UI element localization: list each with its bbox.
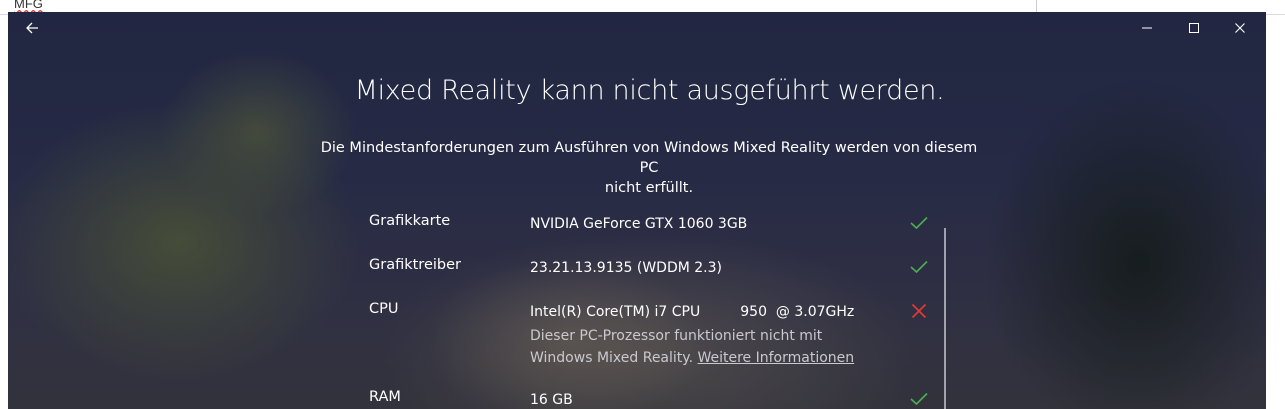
check-icon: [908, 212, 930, 234]
requirement-value-graphics-driver: 23.21.13.9135 (WDDM 2.3): [530, 260, 722, 276]
subtitle-line-2: nicht erfüllt.: [604, 180, 694, 196]
background-divider: [1036, 0, 1037, 12]
check-icon: [908, 388, 930, 409]
scrollbar[interactable]: [944, 228, 946, 409]
back-button[interactable]: [20, 16, 44, 40]
background-document-text: MFG: [14, 0, 43, 11]
requirement-label-graphics-driver: Grafiktreiber: [369, 257, 461, 273]
requirement-value-ram: 16 GB: [530, 392, 573, 408]
requirement-value-cpu: Intel(R) Core(TM) i7 CPU 950 @ 3.07GHz: [530, 304, 855, 320]
maximize-button[interactable]: [1174, 16, 1214, 40]
cpu-warning-note: Dieser PC-Prozessor funktioniert nicht m…: [530, 325, 870, 369]
mixed-reality-window: Mixed Reality kann nicht ausgeführt werd…: [8, 12, 1266, 409]
subtitle-line-1: Die Mindestanforderungen zum Ausführen v…: [320, 140, 978, 176]
minimize-icon: [1142, 27, 1152, 29]
page-subtitle: Die Mindestanforderungen zum Ausführen v…: [314, 138, 984, 198]
close-icon: [1235, 23, 1245, 33]
requirement-label-ram: RAM: [369, 389, 401, 405]
check-icon: [908, 256, 930, 278]
x-icon: [908, 300, 930, 322]
more-info-link[interactable]: Weitere Informationen: [697, 350, 854, 366]
close-button[interactable]: [1220, 16, 1260, 40]
requirement-value-graphics-card: NVIDIA GeForce GTX 1060 3GB: [530, 216, 748, 232]
requirement-label-cpu: CPU: [369, 301, 399, 317]
page-title: Mixed Reality kann nicht ausgeführt werd…: [354, 75, 945, 106]
arrow-left-icon: [26, 22, 38, 34]
maximize-icon: [1189, 23, 1199, 33]
requirement-label-graphics-card: Grafikkarte: [369, 213, 451, 229]
minimize-button[interactable]: [1127, 16, 1167, 40]
